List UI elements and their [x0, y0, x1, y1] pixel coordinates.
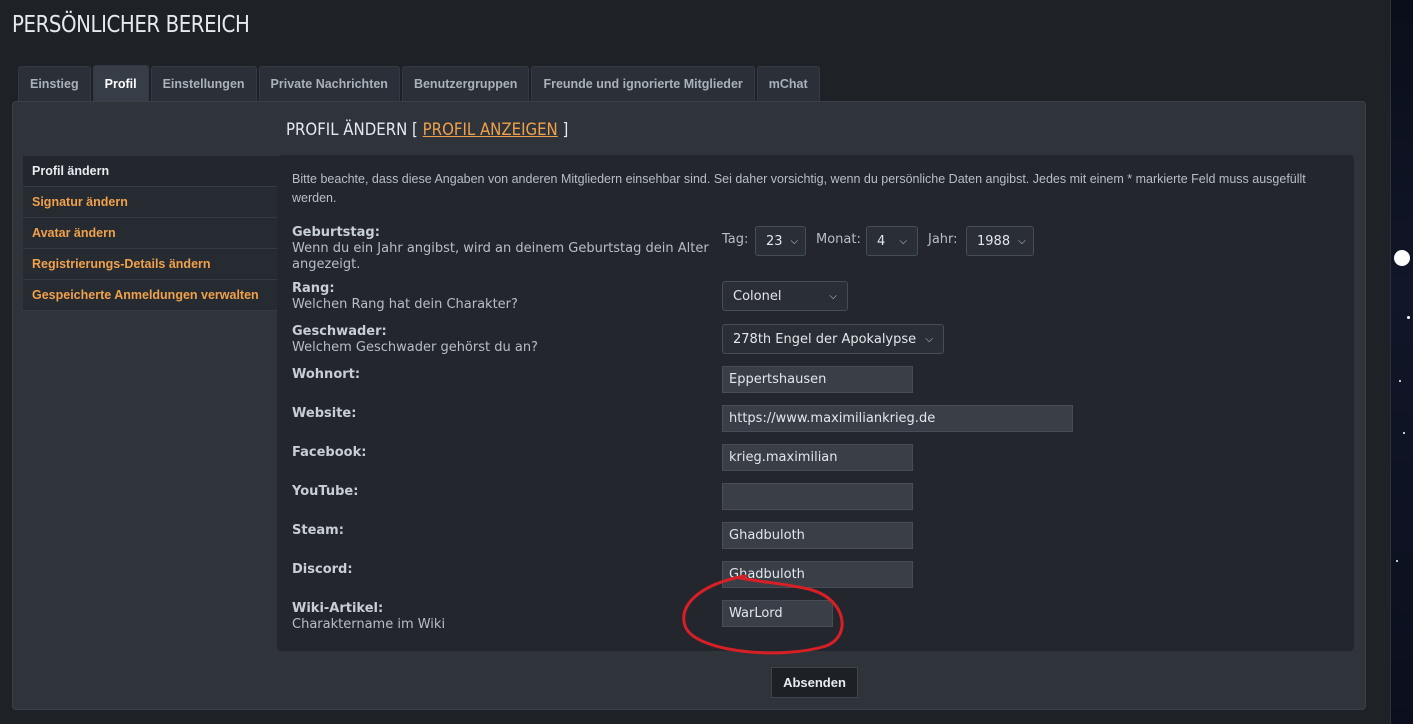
birthday-description: Wenn du ein Jahr angibst, wird an deinem…: [292, 241, 709, 272]
year-label: Jahr:: [928, 232, 958, 247]
rank-label-block: Rang: Welchen Rang hat dein Charakter?: [292, 281, 712, 313]
bracket-close: ]: [562, 120, 569, 140]
steam-label-block: Steam:: [292, 523, 712, 539]
birthday-label-block: Geburtstag: Wenn du ein Jahr angibst, wi…: [292, 225, 712, 273]
steam-label: Steam:: [292, 523, 344, 538]
squadron-select[interactable]: 278th Engel der Apokalypse ⌵: [722, 324, 944, 354]
chevron-down-icon: ⌵: [829, 290, 837, 302]
year-value: 1988: [977, 233, 1011, 249]
wiki-label: Wiki-Artikel:: [292, 601, 384, 616]
squadron-description: Welchem Geschwader gehörst du an?: [292, 340, 538, 355]
youtube-input[interactable]: [722, 483, 913, 510]
month-label: Monat:: [816, 232, 861, 247]
wiki-label-block: Wiki-Artikel: Charaktername im Wiki: [292, 601, 712, 633]
day-label: Tag:: [722, 232, 749, 247]
squadron-value: 278th Engel der Apokalypse: [733, 331, 917, 347]
star-icon: [1394, 250, 1410, 266]
youtube-label: YouTube:: [292, 484, 359, 499]
main-panel: Profil ändern Signatur ändern Avatar änd…: [12, 101, 1366, 710]
heading-text: PROFIL ÄNDERN: [286, 120, 408, 140]
steam-input[interactable]: Ghadbuloth: [722, 522, 913, 549]
month-value: 4: [877, 233, 886, 249]
rank-description: Welchen Rang hat dein Charakter?: [292, 297, 518, 312]
year-select[interactable]: 1988 ⌵: [966, 226, 1034, 256]
tab-private-nachrichten[interactable]: Private Nachrichten: [258, 66, 400, 101]
submit-button[interactable]: Absenden: [771, 667, 858, 698]
wiki-description: Charaktername im Wiki: [292, 617, 446, 632]
facebook-input[interactable]: krieg.maximilian: [722, 444, 913, 471]
chevron-down-icon: ⌵: [790, 235, 799, 247]
location-label: Wohnort:: [292, 367, 361, 382]
tab-freunde[interactable]: Freunde und ignorierte Mitglieder: [531, 66, 755, 101]
sidebar: Profil ändern Signatur ändern Avatar änd…: [23, 156, 277, 311]
sidebar-item-registrierung[interactable]: Registrierungs-Details ändern: [23, 249, 277, 280]
chevron-down-icon: ⌵: [925, 333, 933, 345]
youtube-label-block: YouTube:: [292, 484, 712, 500]
chevron-down-icon: ⌵: [1018, 235, 1026, 247]
website-label-block: Website:: [292, 406, 712, 422]
birthday-label: Geburtstag:: [292, 225, 380, 240]
tab-profil[interactable]: Profil: [92, 65, 149, 101]
facebook-label: Facebook:: [292, 445, 367, 460]
star-icon: [1396, 560, 1398, 562]
tab-bar: Einstieg Profil Einstellungen Private Na…: [18, 65, 820, 102]
website-label: Website:: [292, 406, 357, 421]
facebook-label-block: Facebook:: [292, 445, 712, 461]
rank-label: Rang:: [292, 281, 335, 296]
discord-input[interactable]: Ghadbuloth: [722, 561, 913, 588]
month-select[interactable]: 4 ⌵: [866, 226, 918, 256]
tab-benutzergruppen[interactable]: Benutzergruppen: [401, 66, 530, 101]
bracket-open: [: [412, 120, 418, 140]
page-title: PERSÖNLICHER BEREICH: [12, 12, 250, 38]
star-icon: [1403, 432, 1405, 434]
sidebar-item-signatur[interactable]: Signatur ändern: [23, 187, 277, 218]
profile-form: Bitte beachte, dass diese Angaben von an…: [277, 155, 1354, 651]
wiki-input[interactable]: WarLord: [722, 600, 833, 627]
day-select[interactable]: 23 ⌵: [755, 226, 806, 256]
rank-select[interactable]: Colonel ⌵: [722, 281, 848, 311]
background-strip: [1390, 0, 1413, 724]
tab-mchat[interactable]: mChat: [756, 66, 820, 101]
location-input[interactable]: Eppertshausen: [722, 366, 913, 393]
rank-value: Colonel: [733, 288, 782, 304]
squadron-label: Geschwader:: [292, 324, 387, 339]
star-icon: [1407, 316, 1410, 319]
tab-einstellungen[interactable]: Einstellungen: [150, 66, 257, 101]
view-profile-link[interactable]: PROFIL ANZEIGEN: [423, 120, 558, 140]
squadron-label-block: Geschwader: Welchem Geschwader gehörst d…: [292, 324, 712, 356]
location-label-block: Wohnort:: [292, 367, 712, 383]
sidebar-item-anmeldungen[interactable]: Gespeicherte Anmeldungen verwalten: [23, 280, 277, 311]
day-value: 23: [766, 233, 783, 249]
intro-text: Bitte beachte, dass diese Angaben von an…: [292, 172, 1306, 205]
website-input[interactable]: https://www.maximiliankrieg.de: [722, 405, 1073, 432]
chevron-down-icon: ⌵: [899, 235, 907, 247]
discord-label-block: Discord:: [292, 562, 712, 578]
sidebar-item-profil-aendern[interactable]: Profil ändern: [23, 156, 277, 187]
tab-einstieg[interactable]: Einstieg: [18, 66, 91, 101]
discord-label: Discord:: [292, 562, 353, 577]
sidebar-item-avatar[interactable]: Avatar ändern: [23, 218, 277, 249]
star-icon: [1399, 380, 1401, 382]
content-heading: PROFIL ÄNDERN [ PROFIL ANZEIGEN ]: [286, 120, 568, 140]
